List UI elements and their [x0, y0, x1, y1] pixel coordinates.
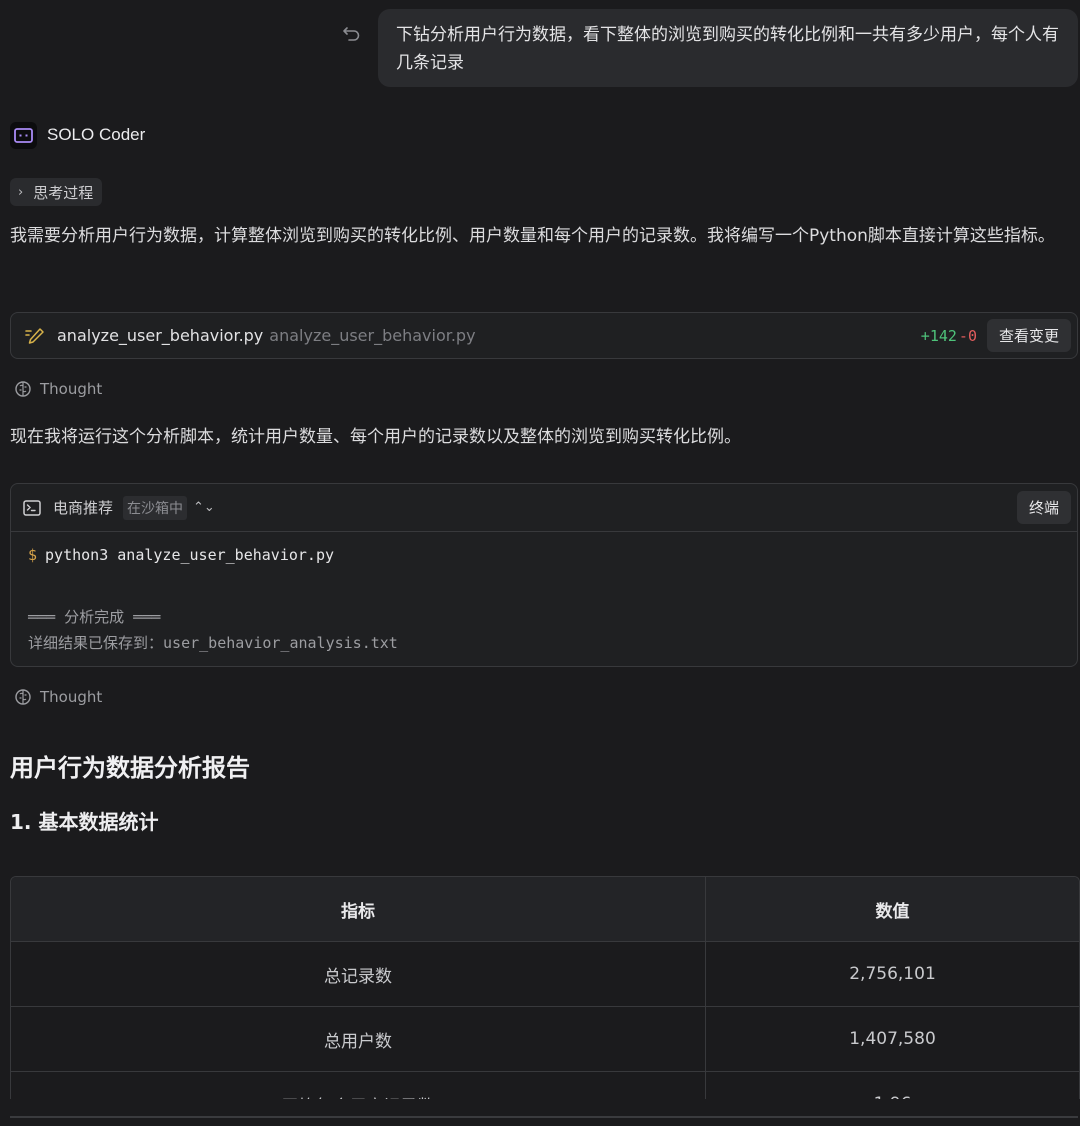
terminal-command: python3 analyze_user_behavior.py	[45, 546, 335, 564]
brain-icon	[15, 381, 31, 397]
agent-intro-text: 我需要分析用户行为数据，计算整体浏览到购买的转化比例、用户数量和每个用户的记录数…	[10, 226, 1055, 246]
user-message-text: 下钻分析用户行为数据，看下整体的浏览到购买的转化比例和一共有多少用户，每个人有几…	[396, 25, 1059, 73]
chevron-right-icon: ›	[18, 184, 24, 200]
report-section-heading: 1. 基本数据统计	[10, 810, 159, 834]
stats-table: 指标 数值 总记录数 2,756,101 总用户数 1,407,580 平均每个…	[10, 876, 1080, 1099]
terminal-block: 电商推荐 在沙箱中 ⌃⌄ 终端 $ python3 analyze_user_be…	[10, 483, 1078, 667]
terminal-name: 电商推荐	[53, 499, 114, 517]
table-row: 总记录数 2,756,101	[11, 941, 1079, 1007]
terminal-header: 电商推荐 在沙箱中 ⌃⌄ 终端	[11, 484, 1077, 532]
output-saved-label: 详细结果已保存到：	[28, 634, 164, 652]
output-rule-left: ═══	[28, 608, 56, 626]
thinking-label: 思考过程	[33, 183, 94, 202]
terminal-command-line: $ python3 analyze_user_behavior.py	[28, 542, 1060, 568]
file-path: analyze_user_behavior.py	[269, 326, 476, 345]
terminal-prompt: $	[28, 546, 38, 564]
column-header-value: 数值	[705, 877, 1079, 942]
thinking-process-toggle[interactable]: › 思考过程	[10, 178, 103, 206]
output-title: 分析完成	[64, 608, 125, 626]
table-cell-metric: 总用户数	[11, 1006, 706, 1072]
thought-toggle[interactable]: Thought	[14, 380, 102, 398]
agent-name: SOLO Coder	[47, 125, 146, 144]
terminal-output: $ python3 analyze_user_behavior.py ═══ 分析…	[11, 532, 1077, 666]
table-header-row: 指标 数值	[11, 877, 1079, 942]
file-name: analyze_user_behavior.py	[57, 326, 264, 345]
user-message-bubble: 下钻分析用户行为数据，看下整体的浏览到购买的转化比例和一共有多少用户，每个人有几…	[378, 9, 1078, 87]
agent-run-note: 现在我将运行这个分析脚本，统计用户数量、每个用户的记录数以及整体的浏览到购买转化…	[10, 427, 741, 447]
table-cell-metric: 平均每个用户记录数	[11, 1071, 706, 1099]
table-cell-value: 1.96	[705, 1071, 1079, 1099]
terminal-output-title: ═══ 分析完成 ═══	[28, 604, 1060, 630]
diff-deletions: -0	[958, 326, 977, 345]
report-title: 用户行为数据分析报告	[10, 754, 250, 782]
brain-icon	[15, 689, 31, 705]
terminal-output-saved: 详细结果已保存到：user_behavior_analysis.txt	[28, 630, 1060, 656]
table-row: 总用户数 1,407,580	[11, 1006, 1079, 1072]
table-row: 平均每个用户记录数 1.96	[11, 1071, 1079, 1099]
thought-label: Thought	[40, 688, 103, 706]
sandbox-badge: 在沙箱中	[123, 495, 188, 520]
table-cell-metric: 总记录数	[11, 941, 706, 1007]
diff-additions: +142	[920, 326, 957, 345]
terminal-face-icon	[10, 121, 37, 149]
thought-label: Thought	[40, 380, 103, 398]
terminal-icon	[23, 499, 41, 516]
output-rule-right: ═══	[133, 608, 161, 626]
chat-page: 下钻分析用户行为数据，看下整体的浏览到购买的转化比例和一共有多少用户，每个人有几…	[0, 0, 1080, 1126]
input-area-edge	[10, 1116, 1078, 1126]
thought-toggle[interactable]: Thought	[14, 688, 102, 706]
agent-header: SOLO Coder	[10, 120, 145, 150]
pencil-edit-icon	[25, 327, 44, 344]
column-header-metric: 指标	[11, 877, 706, 942]
output-saved-file: user_behavior_analysis.txt	[163, 634, 398, 652]
table-cell-value: 2,756,101	[705, 941, 1079, 1007]
view-changes-button[interactable]: 查看变更	[986, 319, 1071, 352]
chevron-up-down-icon[interactable]: ⌃⌄	[193, 500, 215, 515]
open-terminal-button[interactable]: 终端	[1016, 491, 1071, 524]
table-cell-value: 1,407,580	[705, 1006, 1079, 1072]
undo-icon[interactable]	[340, 22, 364, 46]
file-change-card[interactable]: analyze_user_behavior.py analyze_user_be…	[10, 312, 1078, 359]
